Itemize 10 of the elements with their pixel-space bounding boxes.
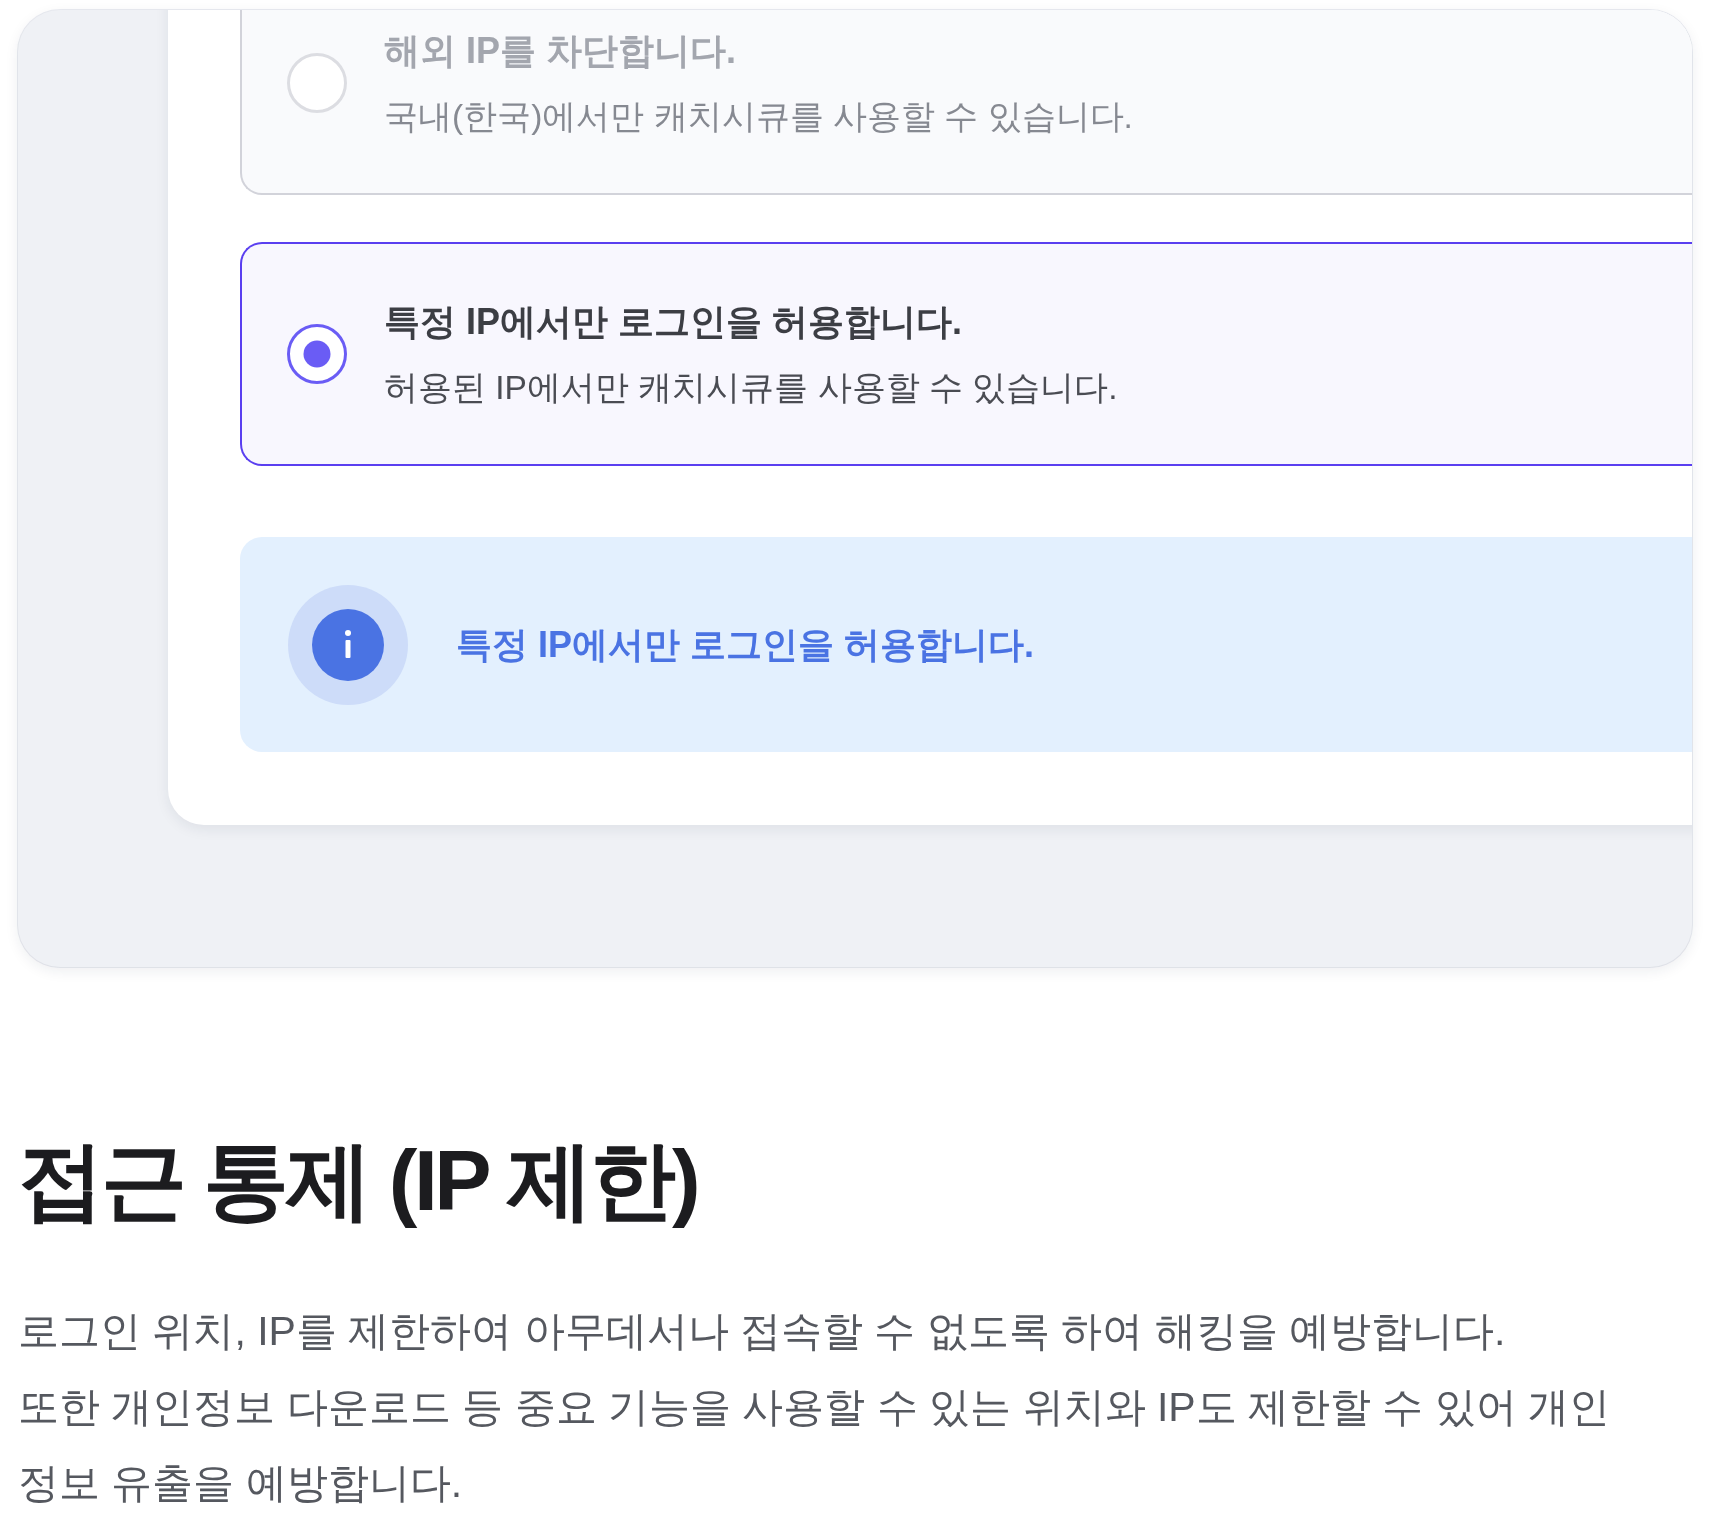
option-description: 국내(한국)에서만 캐치시큐를 사용할 수 있습니다.: [384, 97, 1133, 137]
option-description: 허용된 IP에서만 캐치시큐를 사용할 수 있습니다.: [384, 368, 1118, 408]
info-text: 특정 IP에서만 로그인을 허용합니다.: [456, 622, 1035, 667]
section-description: 로그인 위치, IP를 제한하여 아무데서나 접속할 수 없도록 하여 해킹을 예방합니다. 또한 개인정보 다운로드 등 중요 기능을 사용할 수 있는 위치와 IP도 제한할 수 있어 개인 정보 유출을 예방합니다.: [18, 1307, 1612, 1508]
info-icon: [288, 584, 408, 705]
section-heading: 접근 통제 (IP 제한): [18, 1131, 698, 1230]
option-card[interactable]: 특정 IP에서만 로그인을 허용합니다. 허용된 IP에서만 캐치시큐를 사용할 수 있습니다.: [240, 242, 1692, 466]
radio-button[interactable]: [287, 324, 347, 384]
option-title: 특정 IP에서만 로그인을 허용합니다.: [384, 300, 964, 344]
option-title: 해외 IP를 차단합니다.: [384, 29, 738, 73]
